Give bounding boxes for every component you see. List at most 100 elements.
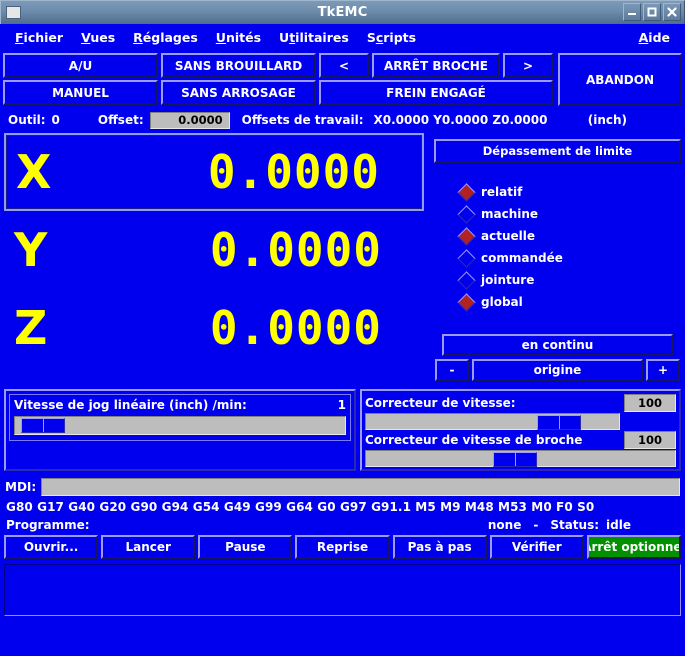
jog-speed-slider-thumb[interactable] [20, 418, 65, 433]
run-button[interactable]: Lancer [101, 535, 196, 559]
mdi-label: MDI: [5, 480, 37, 494]
radio-label-machine: machine [481, 207, 539, 221]
spindle-override-slider-thumb[interactable] [493, 452, 538, 467]
spindle-override-slider-wrap [365, 450, 676, 467]
minimize-icon[interactable] [623, 3, 641, 21]
radio-diamond-icon[interactable] [457, 292, 476, 312]
limit-override-button[interactable]: Dépassement de limite [434, 139, 681, 163]
menu-reglages[interactable]: Réglages [124, 28, 207, 47]
verify-button[interactable]: Vérifier [489, 535, 584, 559]
jog-plus-button[interactable]: + [646, 359, 680, 381]
window-title: TkEMC [317, 5, 368, 20]
tool-offset-row: Outil: 0 Offset: 0.0000 Offsets de trava… [0, 107, 685, 133]
mist-button[interactable]: SANS BROUILLARD [161, 53, 316, 78]
menu-unites[interactable]: Unités [207, 28, 270, 47]
dro-axis-label-x: X [16, 145, 52, 199]
radio-diamond-icon[interactable] [457, 182, 476, 202]
jog-minus-button[interactable]: - [435, 359, 469, 381]
dro-row-x[interactable]: X 0.0000 [4, 133, 424, 211]
radio-label-actuelle: actuelle [481, 229, 535, 243]
spindle-decrease-button[interactable]: < [319, 53, 369, 78]
feed-override-slider-wrap [365, 413, 676, 430]
feed-override-header: Correcteur de vitesse: 100 [365, 393, 676, 413]
mdi-input[interactable] [41, 478, 680, 496]
flood-button[interactable]: SANS ARROSAGE [161, 80, 316, 105]
menu-utilitaires[interactable]: Utilitaires [270, 28, 358, 47]
radio-label-commandee: commandée [481, 251, 563, 265]
tool-value: 0 [51, 113, 60, 127]
radio-diamond-icon[interactable] [457, 248, 476, 268]
mode-left-group: A/U SANS BROUILLARD < ARRÊT BROCHE > MAN… [3, 53, 555, 107]
program-separator: - [533, 518, 539, 532]
jog-speed-inner: Vitesse de jog linéaire (inch) /min: 1 [9, 394, 351, 441]
menu-fichier[interactable]: Fichier [6, 28, 72, 47]
menu-aide[interactable]: Aide [630, 28, 679, 47]
spindle-increase-button[interactable]: > [503, 53, 553, 78]
feed-override-slider[interactable] [365, 413, 620, 430]
close-icon[interactable] [663, 3, 681, 21]
dro-value-x: 0.0000 [207, 145, 380, 199]
estop-button[interactable]: A/U [3, 53, 158, 78]
jog-speed-panel: Vitesse de jog linéaire (inch) /min: 1 [4, 389, 356, 471]
feed-override-value[interactable]: 100 [624, 394, 676, 412]
jog-speed-label: Vitesse de jog linéaire (inch) /min: [14, 398, 247, 412]
radio-relatif[interactable]: relatif [457, 181, 681, 203]
radio-actuelle[interactable]: actuelle [457, 225, 681, 247]
radio-machine[interactable]: machine [457, 203, 681, 225]
program-filename: none [487, 518, 522, 532]
radio-jointure[interactable]: jointure [457, 269, 681, 291]
radio-diamond-icon[interactable] [457, 270, 476, 290]
dro-axis-label-y: Y [14, 223, 48, 277]
coordinate-display-options: relatif machine actuelle commandée joint… [434, 181, 681, 313]
tkemc-window: TkEMC Fichier Vues Réglages Unités Utili… [0, 0, 685, 656]
jog-home-button[interactable]: origine [472, 359, 643, 381]
radio-commandee[interactable]: commandée [457, 247, 681, 269]
menubar: Fichier Vues Réglages Unités Utilitaires… [0, 24, 685, 50]
optional-stop-button[interactable]: Arrêt optionnel [586, 535, 681, 559]
jog-speed-slider[interactable] [14, 416, 346, 435]
abort-button[interactable]: ABANDON [558, 53, 682, 106]
jog-increment-row: - origine + [434, 359, 681, 381]
spindle-override-slider[interactable] [365, 450, 676, 467]
spindle-override-value[interactable]: 100 [624, 431, 676, 449]
program-text-wrap [0, 562, 685, 620]
radio-global[interactable]: global [457, 291, 681, 313]
work-offsets-value: X0.0000 Y0.0000 Z0.0000 [373, 113, 548, 127]
jog-mode-group: en continu - origine + [434, 334, 681, 385]
step-button[interactable]: Pas à pas [392, 535, 487, 559]
maximize-icon[interactable] [643, 3, 661, 21]
jog-mode-button[interactable]: en continu [442, 334, 673, 356]
program-text-area[interactable] [4, 564, 681, 616]
radio-label-relatif: relatif [481, 185, 523, 199]
jog-speed-value: 1 [337, 398, 346, 412]
menu-vues[interactable]: Vues [72, 28, 124, 47]
offset-value-entry[interactable]: 0.0000 [149, 111, 230, 129]
window-controls [623, 3, 681, 21]
dro-panel: X 0.0000 Y 0.0000 Z 0.0000 [4, 133, 424, 385]
feed-override-slider-thumb[interactable] [537, 415, 582, 430]
mode-row-bottom: MANUEL SANS ARROSAGE FREIN ENGAGÉ [3, 80, 555, 105]
open-button[interactable]: Ouvrir... [4, 535, 99, 559]
pause-button[interactable]: Pause [198, 535, 293, 559]
radio-diamond-icon[interactable] [457, 226, 476, 246]
program-button-row: Ouvrir... Lancer Pause Reprise Pas à pas… [0, 535, 685, 562]
jog-speed-label-row: Vitesse de jog linéaire (inch) /min: 1 [14, 398, 346, 412]
dro-axis-label-z: Z [14, 301, 48, 355]
radio-diamond-icon[interactable] [457, 204, 476, 224]
dro-row-z[interactable]: Z 0.0000 [4, 289, 424, 367]
brake-button[interactable]: FREIN ENGAGÉ [319, 80, 553, 105]
dro-value-z: 0.0000 [209, 301, 382, 355]
main-area: X 0.0000 Y 0.0000 Z 0.0000 Dépassement d… [0, 133, 685, 385]
radio-label-jointure: jointure [481, 273, 535, 287]
active-gcodes: G80 G17 G40 G20 G90 G94 G54 G49 G99 G64 … [6, 500, 595, 514]
dro-row-y[interactable]: Y 0.0000 [4, 211, 424, 289]
window-titlebar[interactable]: TkEMC [0, 0, 685, 24]
tool-label: Outil: [8, 113, 46, 127]
dro-value-y: 0.0000 [209, 223, 382, 277]
radio-label-global: global [481, 295, 523, 309]
spindle-button[interactable]: ARRÊT BROCHE [372, 53, 500, 78]
resume-button[interactable]: Reprise [295, 535, 390, 559]
menu-scripts[interactable]: Scripts [358, 28, 425, 47]
program-label: Programme: [6, 518, 90, 532]
mode-button[interactable]: MANUEL [3, 80, 158, 105]
